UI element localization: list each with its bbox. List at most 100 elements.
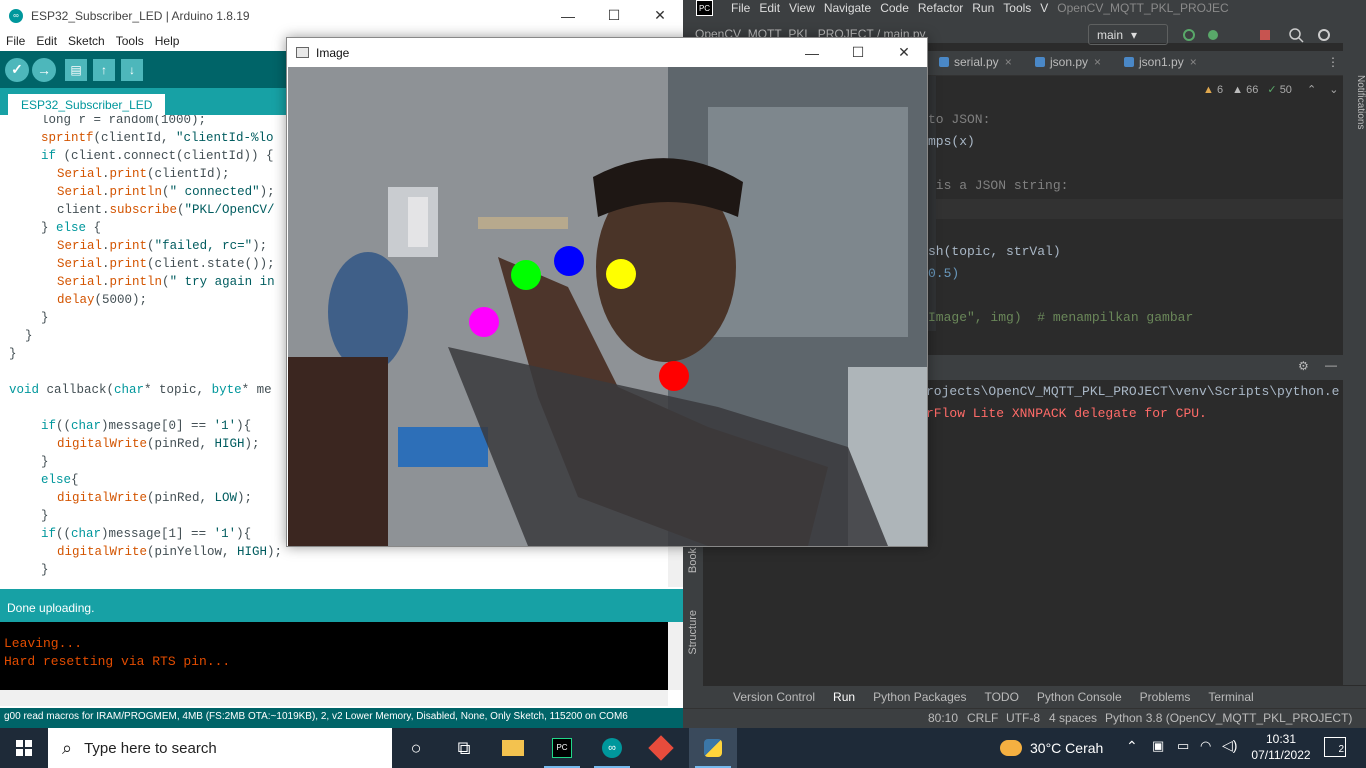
- indent-setting[interactable]: 4 spaces: [1049, 711, 1097, 725]
- close-icon[interactable]: ×: [1190, 55, 1197, 69]
- python-taskbar-icon[interactable]: [689, 728, 737, 768]
- cursor-position[interactable]: 80:10: [928, 711, 958, 725]
- maximize-icon[interactable]: ☐: [591, 0, 637, 31]
- cortana-icon[interactable]: ○: [392, 728, 440, 768]
- search-icon[interactable]: [1289, 28, 1304, 43]
- close-icon[interactable]: ×: [1005, 55, 1012, 69]
- minimize-icon[interactable]: —: [545, 0, 591, 31]
- todo-tab[interactable]: TODO: [984, 690, 1018, 704]
- start-button[interactable]: [0, 728, 48, 768]
- tab-label: json.py: [1050, 55, 1089, 69]
- windows-logo-icon: [16, 740, 32, 756]
- code-line: if((char)message[1] == '1'){: [41, 527, 252, 541]
- pycharm-statusbar: 80:10 CRLF UTF-8 4 spaces Python 3.8 (Op…: [683, 708, 1366, 728]
- weather-widget[interactable]: 30°C Cerah: [1000, 728, 1103, 768]
- run-tab[interactable]: Run: [833, 690, 855, 704]
- console-scrollbar[interactable]: [668, 622, 683, 690]
- close-icon[interactable]: ✕: [881, 38, 927, 67]
- code-line: is a JSON string:: [928, 178, 1069, 193]
- menu-tools[interactable]: Tools: [1003, 1, 1031, 15]
- clock[interactable]: 10:31 07/11/2022: [1246, 731, 1316, 763]
- menu-tools[interactable]: Tools: [116, 34, 144, 48]
- console-line: Leaving...: [4, 636, 83, 651]
- battery-icon[interactable]: ▭: [1177, 738, 1189, 754]
- weak-count: 66: [1246, 84, 1259, 96]
- python-console-tab[interactable]: Python Console: [1037, 690, 1122, 704]
- upload-button[interactable]: →: [32, 57, 56, 82]
- menu-refactor[interactable]: Refactor: [918, 1, 963, 15]
- chevron-down-icon[interactable]: ⌄: [1329, 84, 1338, 96]
- minimize-icon[interactable]: —: [789, 38, 835, 67]
- menu-edit[interactable]: Edit: [36, 34, 57, 48]
- menu-code[interactable]: Code: [880, 1, 909, 15]
- gear-icon[interactable]: [1318, 29, 1330, 41]
- camera-frame[interactable]: [288, 67, 927, 546]
- volume-icon[interactable]: ◁): [1222, 737, 1237, 754]
- chevron-up-icon[interactable]: ⌃: [1126, 738, 1138, 755]
- file-explorer-icon[interactable]: [489, 728, 537, 768]
- tab-json1[interactable]: json1.py ×: [1124, 55, 1197, 69]
- menu-view[interactable]: View: [789, 1, 815, 15]
- menu-run[interactable]: Run: [972, 1, 994, 15]
- dice-app-icon[interactable]: [637, 728, 685, 768]
- terminal-tab[interactable]: Terminal: [1208, 690, 1253, 704]
- debug-icon[interactable]: [1208, 30, 1218, 40]
- code-line: else{: [41, 473, 79, 487]
- arduino-logo-icon: ∞: [9, 8, 23, 23]
- minimize-icon[interactable]: —: [1325, 358, 1337, 372]
- sketch-tab[interactable]: ESP32_Subscriber_LED: [8, 94, 166, 115]
- arduino-taskbar-icon[interactable]: ∞: [588, 728, 636, 768]
- device-icon[interactable]: ▣: [1152, 738, 1164, 754]
- magenta-point: [469, 307, 499, 337]
- maximize-icon[interactable]: ☐: [835, 38, 881, 67]
- close-icon[interactable]: ×: [1094, 55, 1101, 69]
- menu-help[interactable]: Help: [155, 34, 180, 48]
- file-encoding[interactable]: UTF-8: [1006, 711, 1040, 725]
- python-packages-tab[interactable]: Python Packages: [873, 690, 966, 704]
- rerun-icon[interactable]: [1183, 29, 1195, 41]
- run-config-select[interactable]: main ▾: [1088, 24, 1168, 45]
- code-line: } else {: [41, 221, 102, 235]
- ok-count: 50: [1279, 84, 1292, 96]
- verify-button[interactable]: ✓: [5, 57, 29, 82]
- menu-edit[interactable]: Edit: [759, 1, 780, 15]
- problems-tab[interactable]: Problems: [1140, 690, 1191, 704]
- interpreter[interactable]: Python 3.8 (OpenCV_MQTT_PKL_PROJECT): [1105, 711, 1352, 725]
- pycharm-taskbar-icon[interactable]: PC: [538, 728, 586, 768]
- new-sketch-button[interactable]: ▤: [65, 58, 87, 81]
- close-icon[interactable]: ✕: [637, 0, 683, 31]
- menu-sketch[interactable]: Sketch: [68, 34, 105, 48]
- chevron-up-icon[interactable]: ⌃: [1307, 84, 1316, 96]
- inspection-widget[interactable]: ▲ 6 ▲ 66 ✓ 50 ⌃ ⌄: [1203, 83, 1339, 96]
- menu-file[interactable]: File: [731, 1, 750, 15]
- wifi-icon[interactable]: ◠: [1200, 738, 1211, 754]
- code-line: Serial.print("failed, rc=");: [57, 239, 268, 253]
- menu-vcs[interactable]: V: [1040, 1, 1048, 15]
- version-control-tab[interactable]: Version Control: [733, 690, 815, 704]
- taskbar-search[interactable]: ⌕ Type here to search: [48, 728, 392, 768]
- more-tabs-icon[interactable]: ⋮: [1327, 55, 1339, 69]
- red-point: [659, 361, 689, 391]
- task-view-icon[interactable]: ⧉: [440, 728, 488, 768]
- open-sketch-button[interactable]: ↑: [93, 58, 115, 81]
- tab-label: serial.py: [954, 55, 999, 69]
- gear-icon[interactable]: ⚙: [1298, 359, 1309, 373]
- notification-count: 2: [1338, 744, 1344, 755]
- bookmarks-tab[interactable]: Book: [687, 548, 699, 573]
- right-tool-strip: [1343, 43, 1366, 685]
- stop-icon[interactable]: [1260, 30, 1270, 40]
- line-separator[interactable]: CRLF: [967, 711, 998, 725]
- menu-navigate[interactable]: Navigate: [824, 1, 871, 15]
- save-sketch-button[interactable]: ↓: [121, 58, 143, 81]
- tab-json[interactable]: json.py ×: [1035, 55, 1101, 69]
- tab-serial[interactable]: serial.py ×: [939, 55, 1012, 69]
- weather-text: 30°C Cerah: [1030, 740, 1104, 756]
- structure-tab[interactable]: Structure: [687, 610, 699, 655]
- code-line: digitalWrite(pinRed, LOW);: [57, 491, 253, 505]
- window-icon: [296, 47, 309, 58]
- console-hscrollbar[interactable]: [0, 690, 668, 706]
- menu-file[interactable]: File: [6, 34, 25, 48]
- python-file-icon: [1035, 57, 1045, 67]
- notifications-tab[interactable]: Notifications: [1343, 75, 1366, 129]
- notification-center-icon[interactable]: 2: [1324, 737, 1346, 757]
